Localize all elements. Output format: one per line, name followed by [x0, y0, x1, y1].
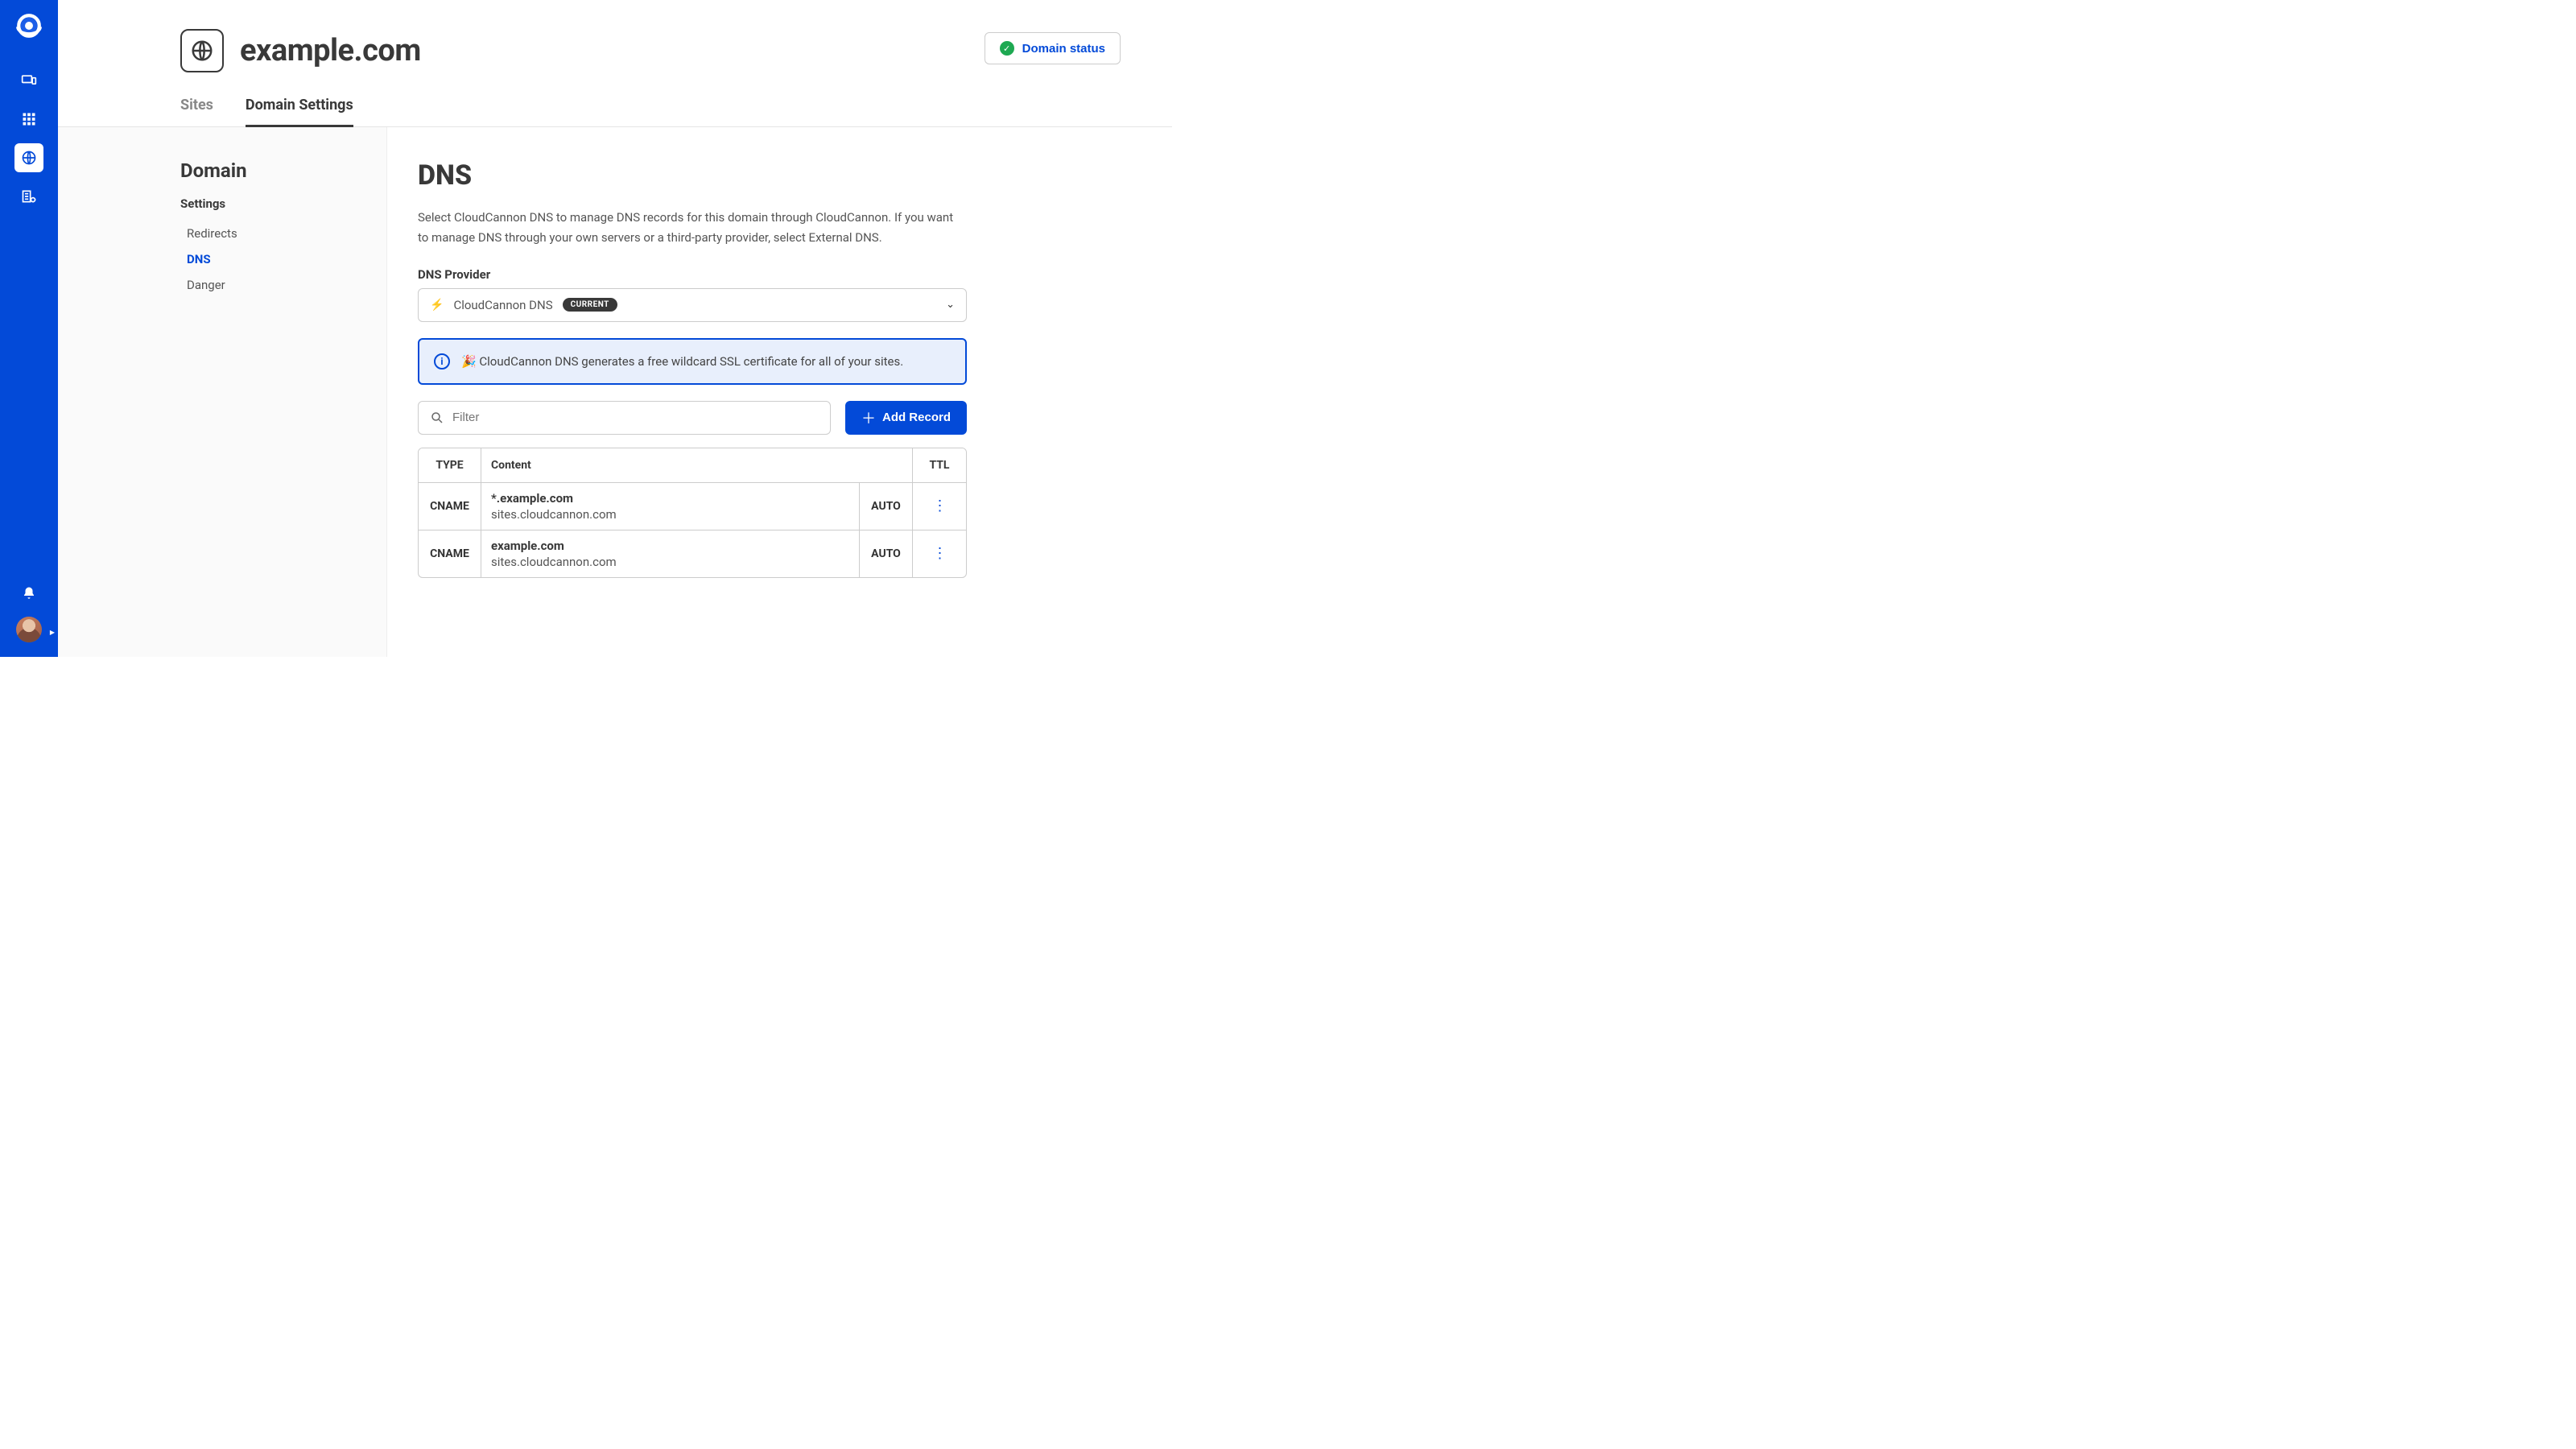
filter-input[interactable] [452, 411, 819, 424]
records-table: TYPE Content TTL CNAME *.example.com sit… [418, 448, 967, 578]
user-avatar[interactable] [16, 617, 42, 642]
table-row: CNAME example.com sites.cloudcannon.com … [419, 530, 966, 577]
tab-sites[interactable]: Sites [180, 97, 213, 126]
settings-nav: Domain Settings Redirects DNS Danger [116, 127, 386, 657]
nav-devices-icon[interactable] [14, 66, 43, 95]
bolt-icon: ⚡ [430, 299, 444, 312]
tab-domain-settings[interactable]: Domain Settings [246, 97, 353, 127]
domain-status-button[interactable]: ✓ Domain status [985, 32, 1121, 64]
info-icon: i [434, 353, 450, 369]
status-check-icon: ✓ [1000, 41, 1014, 56]
avatar-caret-icon: ▶ [50, 629, 55, 636]
globe-icon [180, 29, 224, 72]
table-header: TYPE Content TTL [419, 448, 966, 483]
notifications-icon[interactable] [22, 586, 36, 604]
provider-field-label: DNS Provider [418, 267, 1075, 282]
search-icon [430, 411, 444, 425]
nav-domains-icon[interactable] [14, 143, 43, 172]
panel-title: DNS [418, 159, 1075, 192]
record-type: CNAME [419, 483, 481, 530]
header-type: TYPE [419, 448, 481, 482]
record-value: sites.cloudcannon.com [491, 507, 849, 522]
info-message: 🎉 CloudCannon DNS generates a free wildc… [461, 354, 903, 369]
sidebar-rail: ▶ [0, 0, 58, 657]
tabs: Sites Domain Settings [58, 72, 1172, 127]
nav-org-settings-icon[interactable] [14, 182, 43, 211]
add-record-button[interactable]: ＋ Add Record [845, 401, 967, 435]
nav-link-redirects[interactable]: Redirects [180, 221, 386, 246]
record-name: *.example.com [491, 491, 849, 506]
record-ttl: AUTO [860, 483, 913, 530]
header-content: Content [481, 448, 913, 482]
record-name: example.com [491, 539, 849, 553]
plus-icon: ＋ [861, 407, 876, 428]
provider-current-badge: CURRENT [563, 298, 617, 312]
domain-status-label: Domain status [1022, 42, 1105, 56]
info-banner: i 🎉 CloudCannon DNS generates a free wil… [418, 338, 967, 385]
filter-input-wrapper [418, 401, 831, 435]
record-value: sites.cloudcannon.com [491, 555, 849, 569]
brand-logo[interactable] [14, 11, 43, 40]
record-actions-menu[interactable]: ⋮ [913, 530, 966, 577]
record-actions-menu[interactable]: ⋮ [913, 483, 966, 530]
table-row: CNAME *.example.com sites.cloudcannon.co… [419, 483, 966, 530]
add-record-label: Add Record [882, 411, 951, 424]
nav-link-danger[interactable]: Danger [180, 272, 386, 298]
dns-provider-select[interactable]: ⚡ CloudCannon DNS CURRENT ⌄ [418, 288, 967, 322]
panel-description: Select CloudCannon DNS to manage DNS rec… [418, 208, 965, 248]
settings-section-label: Settings [180, 196, 386, 211]
page-title: example.com [240, 33, 421, 68]
provider-selected-label: CloudCannon DNS [453, 298, 552, 312]
nav-link-dns[interactable]: DNS [180, 246, 386, 272]
record-type: CNAME [419, 530, 481, 577]
settings-nav-heading: Domain [180, 159, 386, 182]
header-ttl: TTL [913, 448, 966, 482]
record-ttl: AUTO [860, 530, 913, 577]
nav-apps-icon[interactable] [14, 105, 43, 134]
dns-panel: DNS Select CloudCannon DNS to manage DNS… [386, 127, 1172, 657]
chevron-down-icon: ⌄ [946, 299, 955, 311]
